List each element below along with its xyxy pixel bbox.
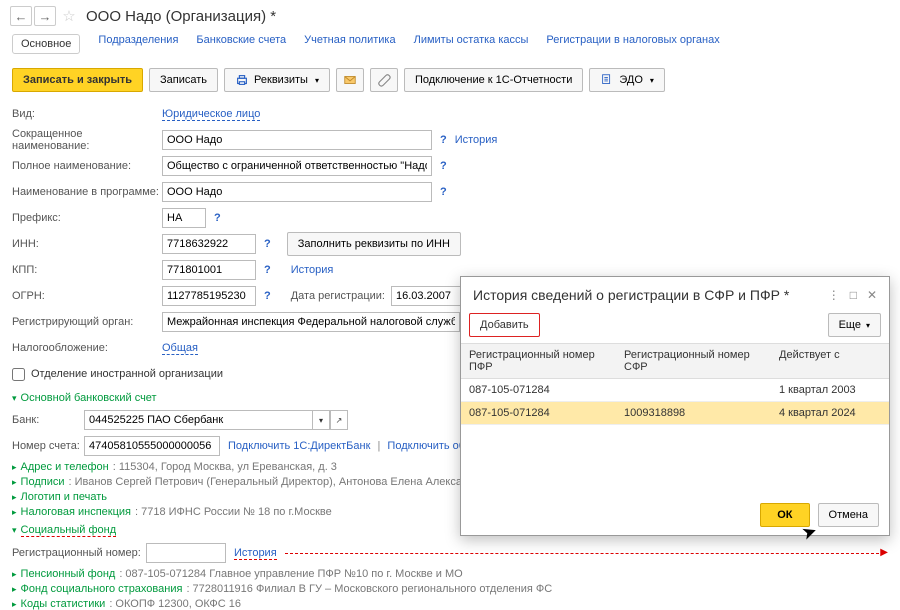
prog-label: Наименование в программе:: [12, 186, 162, 198]
col-pfr[interactable]: Регистрационный номер ПФР: [461, 344, 616, 378]
annotation-arrow: [285, 553, 884, 554]
more-button[interactable]: Еще: [828, 313, 881, 337]
prefix-input[interactable]: [162, 208, 206, 228]
attach-button[interactable]: [370, 68, 398, 92]
foreign-checkbox[interactable]: Отделение иностранной организации: [12, 368, 223, 381]
regdate-label: Дата регистрации:: [279, 290, 391, 302]
tab-subdivisions[interactable]: Подразделения: [98, 34, 178, 54]
acct-input[interactable]: [84, 436, 220, 456]
cell-from: 1 квартал 2003: [771, 379, 889, 401]
bank-dropdown-button[interactable]: ▾: [312, 410, 330, 430]
window-title: ООО Надо (Организация) *: [86, 8, 276, 25]
prefix-label: Префикс:: [12, 212, 162, 224]
cell-pfr: 087-105-071284: [461, 379, 616, 401]
short-label: Сокращенное наименование:: [12, 128, 162, 152]
table-row[interactable]: 087-105-071284 1 квартал 2003: [461, 379, 889, 402]
modal-menu-icon[interactable]: ⋮: [828, 288, 840, 302]
forward-button[interactable]: →: [34, 6, 56, 26]
kind-label: Вид:: [12, 108, 162, 120]
kpp-history-link[interactable]: История: [291, 264, 334, 276]
taxation-label: Налогообложение:: [12, 342, 162, 354]
tab-tax[interactable]: Регистрации в налоговых органах: [546, 34, 719, 54]
history-modal: История сведений о регистрации в СФР и П…: [460, 276, 890, 536]
help-icon[interactable]: ?: [440, 186, 447, 198]
edo-label: ЭДО: [619, 74, 643, 86]
regnum-label: Регистрационный номер:: [12, 547, 146, 559]
cell-sfr: 1009318898: [616, 402, 771, 424]
tab-bank[interactable]: Банковские счета: [196, 34, 286, 54]
help-icon[interactable]: ?: [440, 134, 447, 146]
help-icon[interactable]: ?: [440, 160, 447, 172]
section-pfr[interactable]: Пенсионный фонд: 087-105-071284 Главное …: [12, 568, 888, 580]
modal-maximize-icon[interactable]: □: [850, 288, 857, 302]
full-label: Полное наименование:: [12, 160, 162, 172]
edo-button[interactable]: ЭДО ▾: [589, 68, 665, 92]
section-stat[interactable]: Коды статистики: ОКОПФ 12300, ОКФС 16: [12, 598, 888, 610]
tabs: Основное Подразделения Банковские счета …: [0, 32, 900, 62]
mail-button[interactable]: [336, 68, 364, 92]
regorg-input[interactable]: [162, 312, 460, 332]
cancel-button[interactable]: Отмена: [818, 503, 879, 527]
regnum-history-link[interactable]: История: [234, 547, 277, 560]
tab-policy[interactable]: Учетная политика: [304, 34, 395, 54]
col-from[interactable]: Действует с: [771, 344, 889, 378]
taxation-value[interactable]: Общая: [162, 342, 198, 355]
help-icon[interactable]: ?: [264, 290, 271, 302]
section-fss[interactable]: Фонд социального страхования: 7728011916…: [12, 583, 888, 595]
short-name-input[interactable]: [162, 130, 432, 150]
mail-icon: [343, 73, 357, 87]
ogrn-input[interactable]: [162, 286, 256, 306]
history-grid: Регистрационный номер ПФР Регистрационны…: [461, 343, 889, 495]
cell-pfr: 087-105-071284: [461, 402, 616, 424]
edo-icon: [600, 73, 614, 87]
inn-label: ИНН:: [12, 238, 162, 250]
save-close-button[interactable]: Записать и закрыть: [12, 68, 143, 92]
connect-1c-button[interactable]: Подключение к 1С-Отчетности: [404, 68, 583, 92]
favorite-icon[interactable]: ☆: [58, 6, 80, 26]
bank-input[interactable]: [84, 410, 312, 430]
kind-value[interactable]: Юридическое лицо: [162, 108, 260, 121]
table-row[interactable]: 087-105-071284 1009318898 4 квартал 2024: [461, 402, 889, 425]
ok-button[interactable]: ОК: [760, 503, 809, 527]
directbank-link[interactable]: Подключить 1С:ДиректБанк: [228, 440, 370, 452]
cell-from: 4 квартал 2024: [771, 402, 889, 424]
help-icon[interactable]: ?: [264, 238, 271, 250]
inn-input[interactable]: [162, 234, 256, 254]
kpp-label: КПП:: [12, 264, 162, 276]
cell-sfr: [616, 379, 771, 401]
requisites-button[interactable]: Реквизиты ▾: [224, 68, 330, 92]
bank-open-button[interactable]: ↗: [330, 410, 348, 430]
modal-close-icon[interactable]: ✕: [867, 288, 877, 302]
main-toolbar: Записать и закрыть Записать Реквизиты ▾ …: [0, 62, 900, 102]
print-icon: [235, 73, 249, 87]
requisites-label: Реквизиты: [254, 74, 308, 86]
tab-cash[interactable]: Лимиты остатка кассы: [414, 34, 529, 54]
tab-main[interactable]: Основное: [12, 34, 80, 54]
bank-label: Банк:: [12, 414, 84, 426]
col-sfr[interactable]: Регистрационный номер СФР: [616, 344, 771, 378]
modal-title: История сведений о регистрации в СФР и П…: [473, 287, 828, 303]
add-button[interactable]: Добавить: [469, 313, 540, 337]
save-button[interactable]: Записать: [149, 68, 218, 92]
regdate-input[interactable]: [391, 286, 461, 306]
back-button[interactable]: ←: [10, 6, 32, 26]
help-icon[interactable]: ?: [264, 264, 271, 276]
ogrn-label: ОГРН:: [12, 290, 162, 302]
kpp-input[interactable]: [162, 260, 256, 280]
foreign-checkbox-input[interactable]: [12, 368, 25, 381]
fill-by-inn-button[interactable]: Заполнить реквизиты по ИНН: [287, 232, 461, 256]
paperclip-icon: [377, 73, 391, 87]
full-name-input[interactable]: [162, 156, 432, 176]
prog-name-input[interactable]: [162, 182, 432, 202]
foreign-label: Отделение иностранной организации: [31, 368, 223, 380]
acct-label: Номер счета:: [12, 440, 84, 452]
help-icon[interactable]: ?: [214, 212, 221, 224]
regnum-input[interactable]: [146, 543, 226, 563]
regorg-label: Регистрирующий орган:: [12, 316, 162, 328]
short-history-link[interactable]: История: [455, 134, 498, 146]
